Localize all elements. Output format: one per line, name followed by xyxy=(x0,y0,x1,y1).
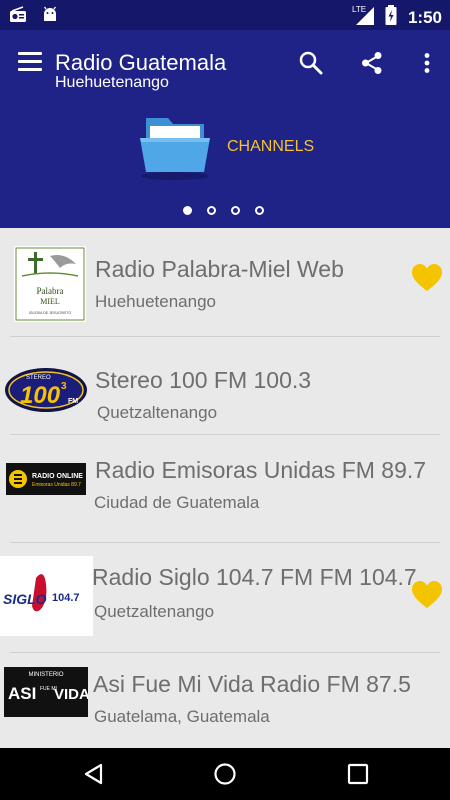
battery-icon xyxy=(384,4,398,31)
station-item[interactable]: MINISTERIO ASI FUE MI VIDA Asi Fue Mi Vi… xyxy=(0,653,450,743)
station-city: Ciudad de Guatemala xyxy=(94,493,260,512)
station-name: Stereo 100 FM 100.3 xyxy=(95,367,312,393)
status-bar: LTE 1:50 xyxy=(0,0,450,30)
favorite-heart-icon[interactable] xyxy=(412,581,442,609)
svg-text:ASI: ASI xyxy=(8,684,36,703)
channels-label: CHANNELS xyxy=(227,138,315,155)
station-city: Guatelama, Guatemala xyxy=(94,707,270,726)
page-dot[interactable] xyxy=(183,206,192,215)
page-indicator xyxy=(183,206,264,215)
station-city: Huehuetenango xyxy=(95,292,217,311)
svg-text:100: 100 xyxy=(20,382,61,409)
svg-text:MINISTERIO: MINISTERIO xyxy=(28,672,63,678)
svg-text:STEREO: STEREO xyxy=(26,375,51,381)
page-dot[interactable] xyxy=(207,206,216,215)
more-vert-icon[interactable] xyxy=(412,48,442,78)
android-icon xyxy=(40,5,60,30)
station-logo: RADIO ONLINE Emisoras Unidas 89.7 xyxy=(6,463,86,495)
station-name: Radio Emisoras Unidas FM 89.7 xyxy=(95,457,427,483)
station-city: Quetzaltenango xyxy=(97,403,218,422)
station-name: Asi Fue Mi Vida Radio FM 87.5 xyxy=(93,671,411,697)
svg-text:104.7: 104.7 xyxy=(52,592,80,604)
station-item[interactable]: SIGLO 104.7 Radio Siglo 104.7 FM FM 104.… xyxy=(0,543,450,651)
svg-text:IGLESIA DE JESUCRISTO: IGLESIA DE JESUCRISTO xyxy=(29,311,72,315)
station-list: Palabra MIEL IGLESIA DE JESUCRISTO Radio… xyxy=(0,228,450,743)
svg-text:3: 3 xyxy=(61,381,67,392)
menu-icon[interactable] xyxy=(18,52,42,72)
search-icon[interactable] xyxy=(296,48,326,78)
network-label: LTE xyxy=(352,5,366,14)
back-icon[interactable] xyxy=(82,762,106,786)
folder-icon xyxy=(138,112,212,182)
svg-text:MIEL: MIEL xyxy=(40,297,60,306)
svg-text:FM: FM xyxy=(68,398,78,405)
station-city: Quetzaltenango xyxy=(94,602,215,621)
station-logo: STEREO 100 3 FM xyxy=(4,365,88,415)
svg-text:Emisoras Unidas 89.7: Emisoras Unidas 89.7 xyxy=(32,482,81,488)
station-item[interactable]: RADIO ONLINE Emisoras Unidas 89.7 Radio … xyxy=(0,435,450,543)
app-subtitle: Huehuetenango xyxy=(55,74,169,91)
radio-icon xyxy=(8,5,28,30)
station-name: Radio Siglo 104.7 FM FM 104.7 xyxy=(92,564,417,590)
svg-text:SIGLO: SIGLO xyxy=(3,591,47,607)
app-bar: Radio Guatemala Huehuetenango CHANNELS xyxy=(0,30,450,228)
station-item[interactable]: STEREO 100 3 FM Stereo 100 FM 100.3 Quet… xyxy=(0,337,450,445)
station-logo: SIGLO 104.7 xyxy=(0,556,93,636)
share-icon[interactable] xyxy=(357,48,387,78)
lte-signal-icon: LTE xyxy=(352,4,378,31)
home-icon[interactable] xyxy=(213,762,237,786)
svg-text:RADIO ONLINE: RADIO ONLINE xyxy=(32,473,83,480)
station-name: Radio Palabra-Miel Web xyxy=(95,256,344,282)
status-time: 1:50 xyxy=(407,7,442,27)
page-dot[interactable] xyxy=(231,206,240,215)
recents-icon[interactable] xyxy=(346,762,370,786)
station-logo: MINISTERIO ASI FUE MI VIDA xyxy=(4,667,90,717)
station-item[interactable]: Palabra MIEL IGLESIA DE JESUCRISTO Radio… xyxy=(0,228,450,336)
app-title: Radio Guatemala xyxy=(55,50,227,75)
svg-text:Palabra: Palabra xyxy=(37,286,64,296)
navigation-bar xyxy=(0,748,450,800)
page-dot[interactable] xyxy=(255,206,264,215)
svg-text:VIDA: VIDA xyxy=(54,686,88,703)
favorite-heart-icon[interactable] xyxy=(412,264,442,292)
station-logo: Palabra MIEL IGLESIA DE JESUCRISTO xyxy=(14,246,86,322)
